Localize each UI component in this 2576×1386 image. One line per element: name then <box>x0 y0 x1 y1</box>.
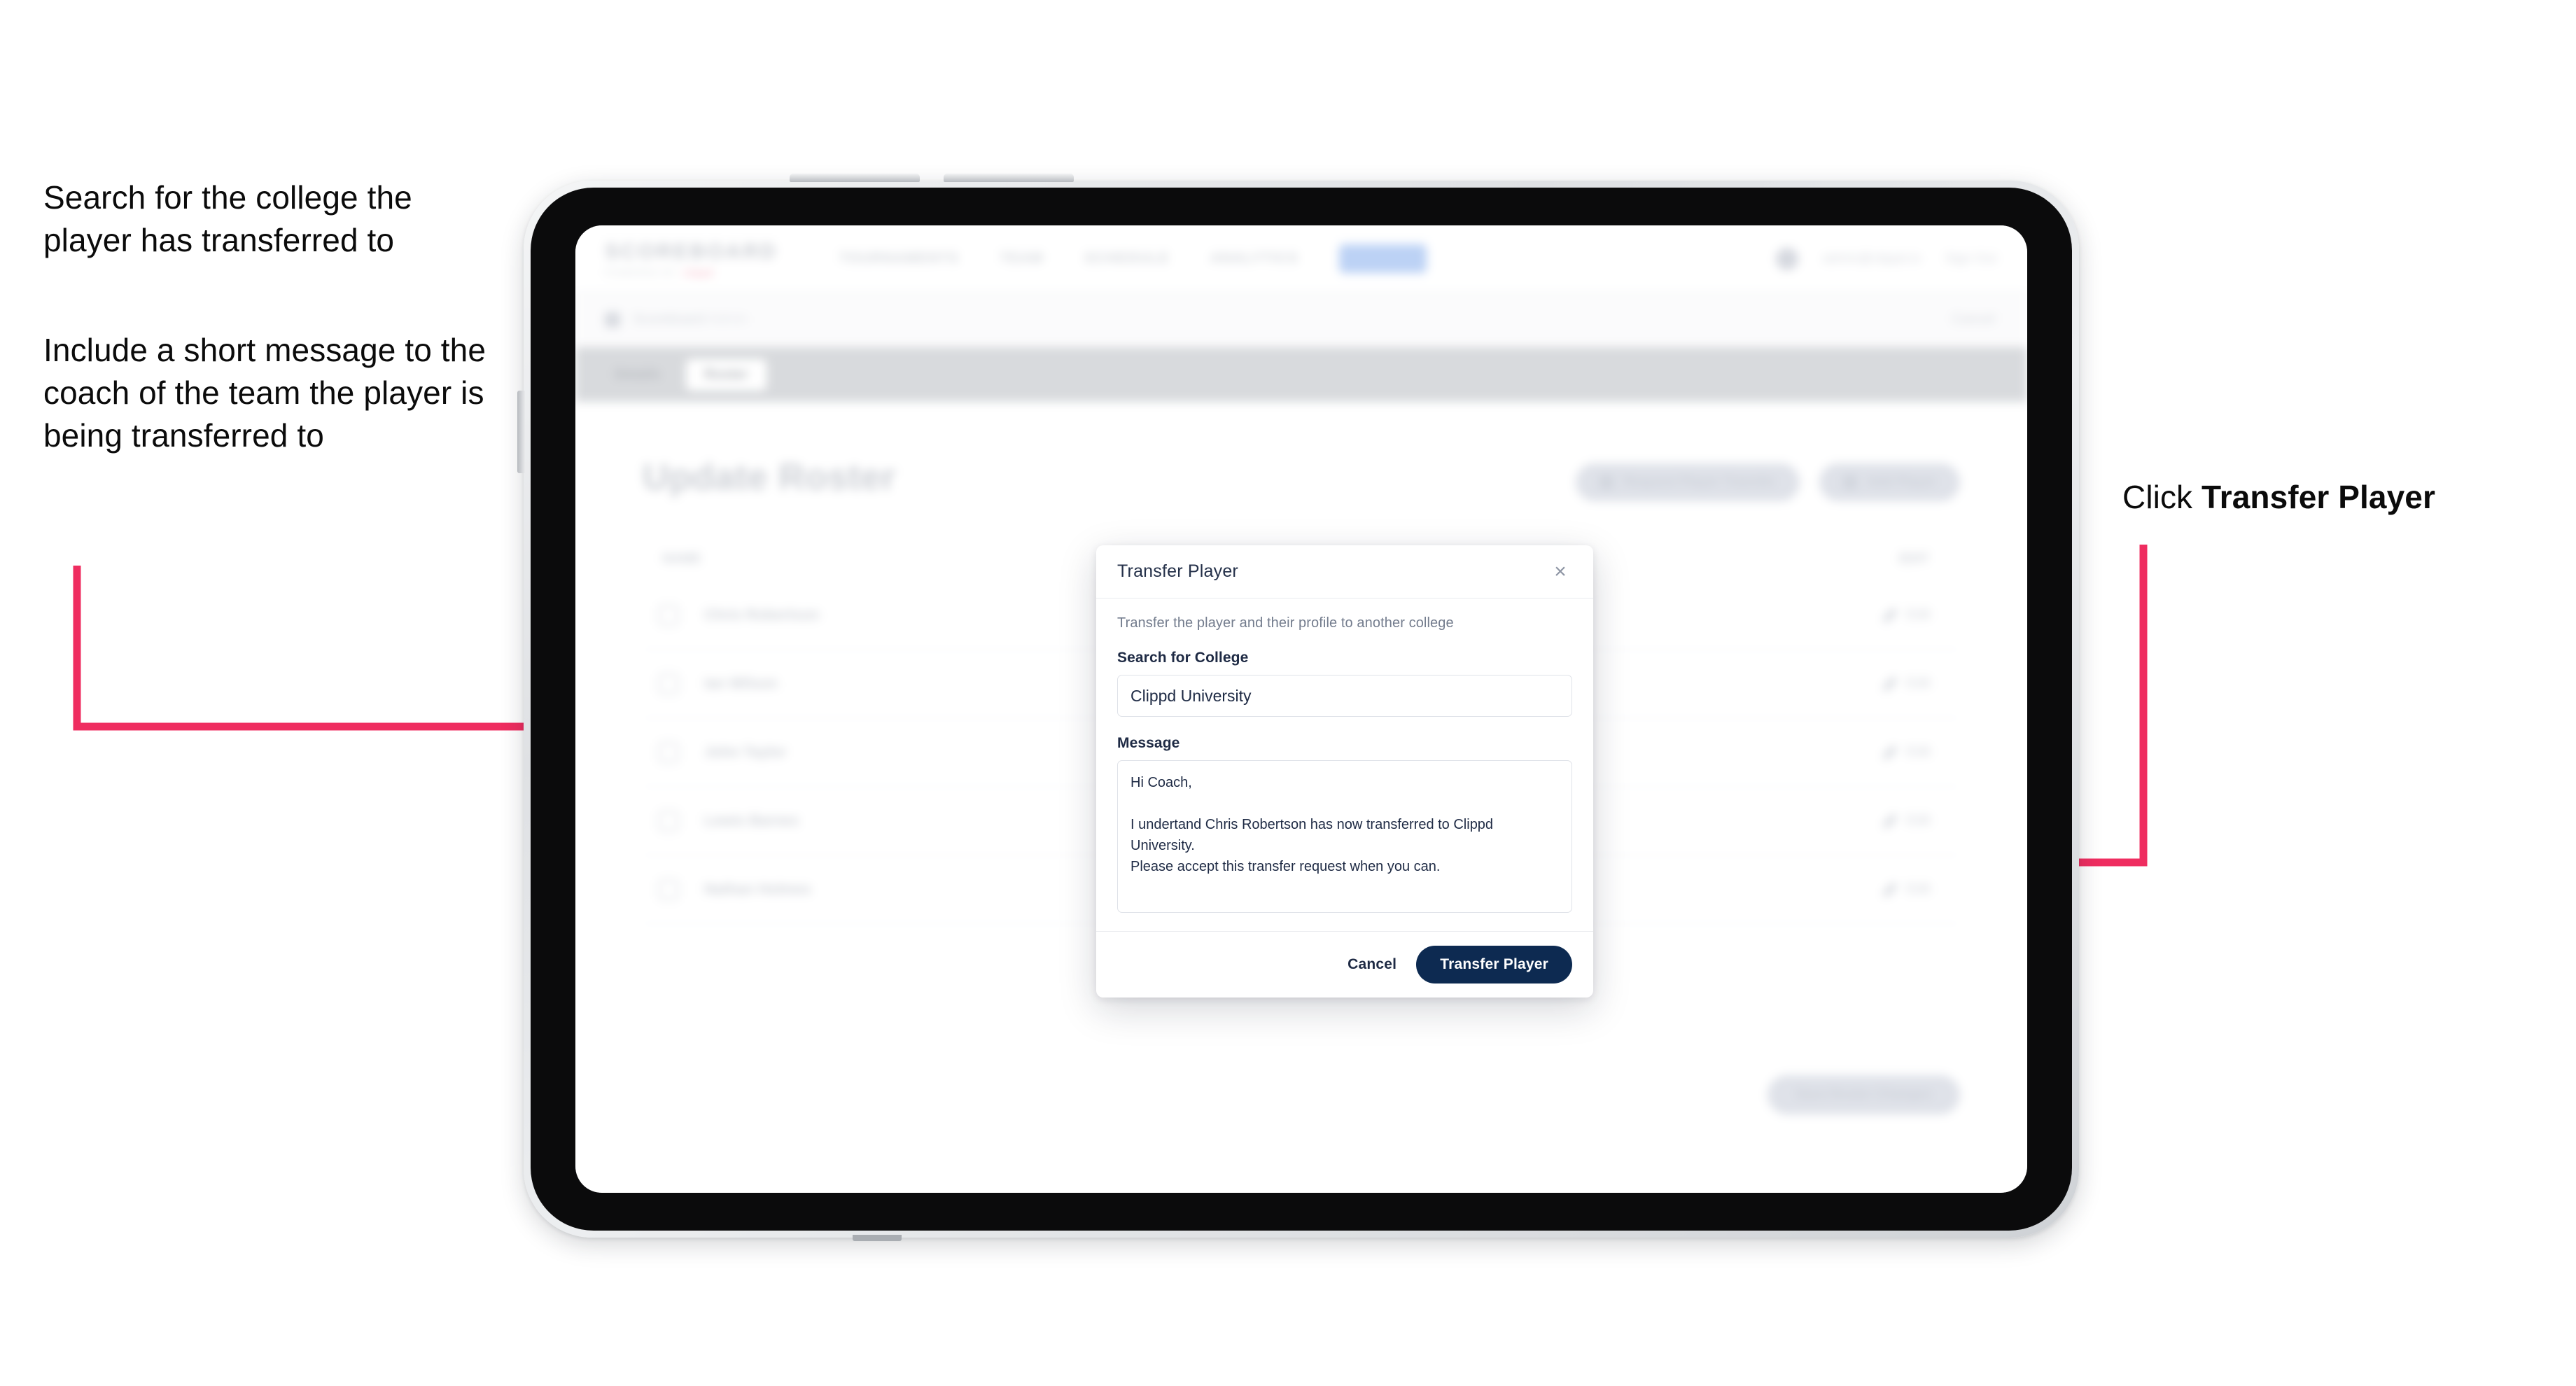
breadcrumb-root[interactable]: Scoreboard <box>633 312 705 327</box>
sign-out-link[interactable]: Sign Out <box>1945 251 1996 267</box>
request-player-transfer-button[interactable]: Request Player Transfer <box>1576 463 1800 501</box>
dialog-body: Transfer the player and their profile to… <box>1096 598 1593 931</box>
screenshot-canvas: Search for the college the player has tr… <box>0 0 2576 1386</box>
brand-logo[interactable]: SCOREBOARD POWERED BY clippd <box>605 240 778 278</box>
row-checkbox[interactable] <box>658 673 679 694</box>
annotation-include-message: Include a short message to the coach of … <box>43 332 486 454</box>
column-header-edit: EDIT <box>1898 552 1929 566</box>
row-edit-label: Edit <box>1906 744 1931 760</box>
annotation-click-transfer-player: Click Transfer Player <box>2122 476 2570 519</box>
tab-details[interactable]: Details <box>596 359 679 391</box>
transfer-icon <box>1600 475 1614 489</box>
add-player-button[interactable]: Add Player <box>1819 463 1960 501</box>
header-account-area: admin@clippd.io Sign Out <box>1776 247 1996 270</box>
bottom-antenna-nub <box>853 1235 902 1241</box>
player-name: Lewis Barnes <box>704 812 799 829</box>
close-icon[interactable]: × <box>1548 560 1572 584</box>
row-edit-label: Edit <box>1906 676 1931 691</box>
brand-wordmark: SCOREBOARD <box>605 239 778 263</box>
search-college-label: Search for College <box>1117 650 1249 666</box>
dialog-footer: Cancel Transfer Player <box>1096 931 1593 997</box>
row-edit-button[interactable]: Edit <box>1883 607 1931 623</box>
tab-roster[interactable]: Roster <box>685 358 766 391</box>
pencil-icon <box>1883 608 1898 622</box>
page-title: Update Roster <box>643 457 896 498</box>
search-college-input[interactable]: Clippd University <box>1117 675 1572 717</box>
add-player-label: Add Player <box>1866 475 1936 489</box>
brand-clippd-mark: clippd <box>682 267 714 278</box>
brand-subline: POWERED BY clippd <box>605 267 778 278</box>
dialog-header: Transfer Player × <box>1096 545 1593 598</box>
nav-item-analytics[interactable]: ANALYTICS <box>1210 251 1298 267</box>
page-action-buttons: Request Player Transfer Add Player <box>1576 463 1960 501</box>
volume-up-button[interactable] <box>790 174 920 182</box>
transfer-player-dialog: Transfer Player × Transfer the player an… <box>1096 545 1593 997</box>
breadcrumb-current: Admin <box>708 312 748 327</box>
breadcrumb: Scoreboard Admin <box>633 312 748 328</box>
dialog-title: Transfer Player <box>1117 561 1238 581</box>
pencil-icon <box>1883 813 1898 828</box>
nav-item-admin[interactable]: ADMIN <box>1339 244 1427 273</box>
request-player-transfer-label: Request Player Transfer <box>1623 475 1776 489</box>
breadcrumb-bar: Scoreboard Admin Cancel <box>575 293 2027 347</box>
plus-icon <box>1842 475 1857 489</box>
row-checkbox[interactable] <box>658 604 679 626</box>
row-edit-button[interactable]: Edit <box>1883 813 1931 829</box>
row-edit-button[interactable]: Edit <box>1883 881 1931 897</box>
player-name: Chris Robertson <box>704 606 820 623</box>
volume-down-button[interactable] <box>944 174 1074 182</box>
row-edit-label: Edit <box>1906 881 1931 897</box>
breadcrumb-icon <box>605 312 620 328</box>
row-checkbox[interactable] <box>658 810 679 832</box>
player-name: John Taylor <box>704 743 787 760</box>
field-spacer <box>1117 717 1572 735</box>
row-edit-label: Edit <box>1906 607 1931 622</box>
row-edit-button[interactable]: Edit <box>1883 744 1931 760</box>
top-navigation: TOURNAMENTS TEAM SCHEDULE ANALYTICS ADMI… <box>839 244 1427 273</box>
brand-powered-by: POWERED BY <box>605 267 678 278</box>
annotation-right-bold: Transfer Player <box>2202 479 2435 515</box>
nav-item-tournaments[interactable]: TOURNAMENTS <box>839 251 960 267</box>
player-name: Nathan Holmes <box>704 881 811 897</box>
row-checkbox[interactable] <box>658 878 679 900</box>
annotation-right-prefix: Click <box>2122 479 2202 515</box>
dialog-subtitle: Transfer the player and their profile to… <box>1117 615 1454 631</box>
column-header-name: NAME <box>662 552 701 566</box>
transfer-player-button[interactable]: Transfer Player <box>1416 946 1572 983</box>
message-label: Message <box>1117 735 1180 751</box>
nav-item-schedule[interactable]: SCHEDULE <box>1084 251 1170 267</box>
app-header: SCOREBOARD POWERED BY clippd TOURNAMENTS… <box>575 225 2027 293</box>
save-roster-changes-button[interactable]: Save Roster Changes <box>1767 1075 1960 1114</box>
row-edit-label: Edit <box>1906 813 1931 828</box>
avatar[interactable] <box>1776 247 1799 270</box>
player-name: Ian Wilson <box>704 675 778 692</box>
tablet-screen: SCOREBOARD POWERED BY clippd TOURNAMENTS… <box>575 225 2027 1193</box>
pencil-icon <box>1883 676 1898 691</box>
cancel-button[interactable]: Cancel <box>1348 956 1396 973</box>
pencil-icon <box>1883 745 1898 760</box>
annotation-search-college: Search for the college the player has tr… <box>43 179 412 259</box>
breadcrumb-cancel-link[interactable]: Cancel <box>1952 312 1995 328</box>
row-checkbox[interactable] <box>658 741 679 763</box>
power-button[interactable] <box>517 391 525 473</box>
nav-item-team[interactable]: TEAM <box>1000 251 1044 267</box>
pencil-icon <box>1883 882 1898 897</box>
message-textarea[interactable]: Hi Coach, I undertand Chris Robertson ha… <box>1117 760 1572 913</box>
tablet-device-frame: SCOREBOARD POWERED BY clippd TOURNAMENTS… <box>517 174 2079 1241</box>
account-email: admin@clippd.io <box>1822 251 1921 266</box>
row-edit-button[interactable]: Edit <box>1883 676 1931 692</box>
tab-strip: Details Roster <box>575 347 2027 402</box>
